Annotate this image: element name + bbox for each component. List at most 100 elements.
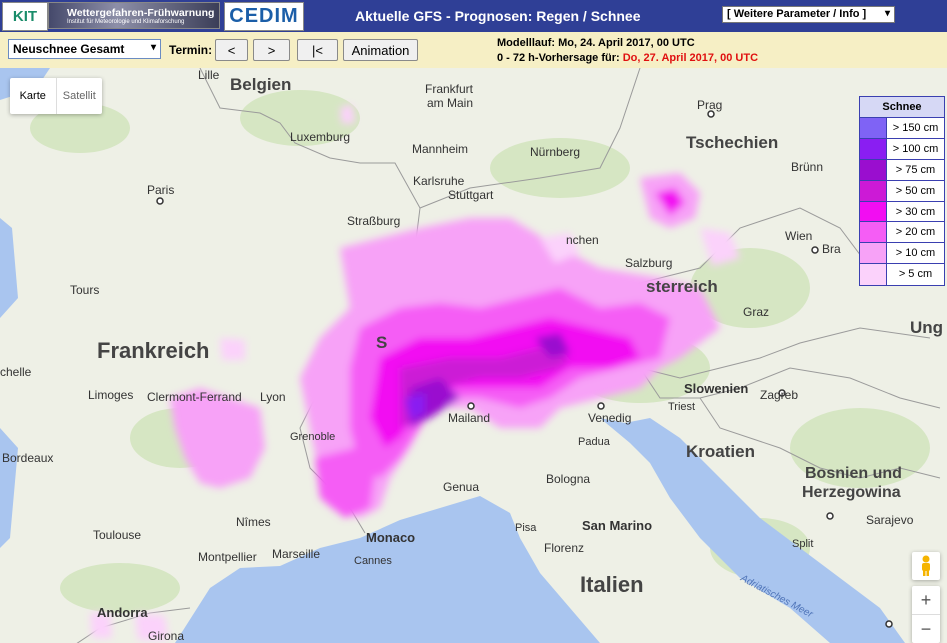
- label-florenz: Florenz: [544, 541, 584, 555]
- label-bra: Bra: [822, 242, 841, 256]
- termin-label: Termin:: [169, 43, 213, 57]
- label-mailand: Mailand: [448, 411, 490, 425]
- city-rom-marker: [885, 620, 893, 628]
- label-mannheim: Mannheim: [412, 142, 468, 156]
- legend-swatch: [860, 118, 887, 138]
- legend-title: Schnee: [860, 97, 944, 118]
- label-san-marino: San Marino: [582, 518, 652, 533]
- vorhersage-value: Do, 27. April 2017, 00 UTC: [622, 52, 759, 64]
- legend-item: > 5 cm: [860, 264, 944, 286]
- legend-item: > 10 cm: [860, 243, 944, 265]
- vorhersage-line: 0 - 72 h-Vorhersage für: Do, 27. April 2…: [497, 52, 758, 64]
- label-girona: Girona: [148, 629, 184, 643]
- label-andorra: Andorra: [97, 605, 148, 620]
- map-type-karte-button[interactable]: Karte: [10, 78, 56, 114]
- city-venedig-marker: [597, 402, 605, 410]
- legend-item: > 100 cm: [860, 138, 944, 160]
- label-graz: Graz: [743, 305, 769, 319]
- label-nurnberg: Nürnberg: [530, 145, 580, 159]
- map-type-satellit-button[interactable]: Satellit: [55, 78, 103, 114]
- city-sarajevo-marker: [826, 512, 834, 520]
- map-canvas[interactable]: Lille Belgien Luxemburg Frankfurt am Mai…: [0, 68, 947, 643]
- label-kroatien: Kroatien: [686, 442, 755, 461]
- legend-item: > 30 cm: [860, 201, 944, 223]
- label-genua: Genua: [443, 480, 479, 494]
- zoom-in-button[interactable]: +: [912, 586, 940, 614]
- label-ung: Ung: [910, 318, 943, 337]
- product-select-value: Neuschnee Gesamt: [13, 42, 125, 56]
- label-strassburg: Straßburg: [347, 214, 400, 228]
- toolbar: Neuschnee Gesamt ▾ Termin: < > |< Animat…: [0, 32, 947, 69]
- label-clermont: Clermont-Ferrand: [147, 390, 242, 404]
- label-bordeaux: Bordeaux: [2, 451, 53, 465]
- pegman-icon: [922, 555, 930, 576]
- label-padua: Padua: [578, 436, 611, 448]
- legend-swatch: [860, 243, 887, 264]
- legend-item: > 75 cm: [860, 159, 944, 181]
- label-brunn: Brünn: [791, 160, 823, 174]
- label-monaco: Monaco: [366, 530, 415, 545]
- product-select[interactable]: Neuschnee Gesamt ▾: [8, 39, 161, 59]
- cedim-logo[interactable]: CEDIM: [224, 2, 304, 31]
- street-view-pegman[interactable]: [912, 552, 940, 580]
- legend-item: > 50 cm: [860, 180, 944, 202]
- city-paris-marker: [156, 197, 164, 205]
- map-type-control: Karte Satellit: [10, 78, 102, 114]
- label-tours: Tours: [70, 283, 99, 297]
- label-paris: Paris: [147, 183, 174, 197]
- label-grenoble: Grenoble: [290, 431, 335, 443]
- prev-button[interactable]: <: [215, 39, 248, 61]
- next-button[interactable]: >: [253, 39, 290, 61]
- legend-label: > 100 cm: [892, 142, 939, 155]
- map-svg: Lille Belgien Luxemburg Frankfurt am Mai…: [0, 68, 947, 643]
- chevron-down-icon: ▾: [150, 42, 156, 53]
- wf-logo-text: Wettergefahren-Frühwarnung: [67, 6, 215, 19]
- label-marseille: Marseille: [272, 547, 320, 561]
- label-bosnien1: Bosnien und: [805, 465, 902, 482]
- label-karlsruhe: Karlsruhe: [413, 174, 465, 188]
- label-pisa: Pisa: [515, 522, 537, 534]
- cedim-logo-text: CEDIM: [229, 5, 299, 27]
- label-triest: Triest: [668, 401, 695, 413]
- label-tschechien: Tschechien: [686, 133, 778, 152]
- label-venedig: Venedig: [588, 411, 631, 425]
- label-s: S: [376, 333, 387, 352]
- label-lille: Lille: [198, 68, 220, 82]
- label-italien: Italien: [580, 572, 644, 597]
- label-wien: Wien: [785, 229, 812, 243]
- wf-logo-subtext: Institut für Meteorologie und Klimaforsc…: [67, 18, 185, 25]
- zoom-out-button[interactable]: −: [912, 614, 940, 643]
- zoom-control: + −: [912, 586, 940, 643]
- label-bologna: Bologna: [546, 472, 590, 486]
- first-button[interactable]: |<: [297, 39, 338, 61]
- legend-swatch: [860, 222, 887, 243]
- snow-legend: Schnee > 150 cm > 100 cm > 75 cm > 50 cm…: [859, 96, 945, 287]
- label-slowenien: Slowenien: [684, 381, 748, 396]
- kit-logo[interactable]: KIT: [2, 2, 48, 31]
- city-wien-marker: [811, 246, 819, 254]
- label-frankfurt2: am Main: [427, 96, 473, 110]
- label-chelle: chelle: [0, 365, 32, 379]
- label-stuttgart: Stuttgart: [448, 188, 494, 202]
- wf-logo[interactable]: Wettergefahren-Frühwarnung Institut für …: [48, 2, 220, 29]
- kit-logo-text: KIT: [12, 8, 38, 25]
- legend-swatch: [860, 138, 887, 159]
- label-cannes: Cannes: [354, 555, 392, 567]
- parameter-select-value: [ Weitere Parameter / Info ]: [727, 8, 867, 20]
- modelllauf-label: Modelllauf: Mo, 24. April 2017, 00 UTC: [497, 37, 695, 49]
- label-nimes: Nîmes: [236, 515, 271, 529]
- label-lyon: Lyon: [260, 390, 286, 404]
- label-toulouse: Toulouse: [93, 528, 141, 542]
- animation-button[interactable]: Animation: [343, 39, 418, 61]
- label-montpellier: Montpellier: [198, 550, 257, 564]
- legend-label: > 30 cm: [895, 205, 936, 218]
- vorhersage-label: 0 - 72 h-Vorhersage für:: [497, 52, 620, 64]
- page-title: Aktuelle GFS - Prognosen: Regen / Schnee: [355, 8, 641, 24]
- legend-swatch: [860, 201, 887, 222]
- parameter-select[interactable]: [ Weitere Parameter / Info ] ▾: [722, 6, 895, 23]
- legend-label: > 20 cm: [895, 226, 936, 239]
- label-split: Split: [792, 538, 813, 550]
- label-prag: Prag: [697, 98, 722, 112]
- label-salzburg: Salzburg: [625, 256, 672, 270]
- legend-swatch: [860, 180, 887, 201]
